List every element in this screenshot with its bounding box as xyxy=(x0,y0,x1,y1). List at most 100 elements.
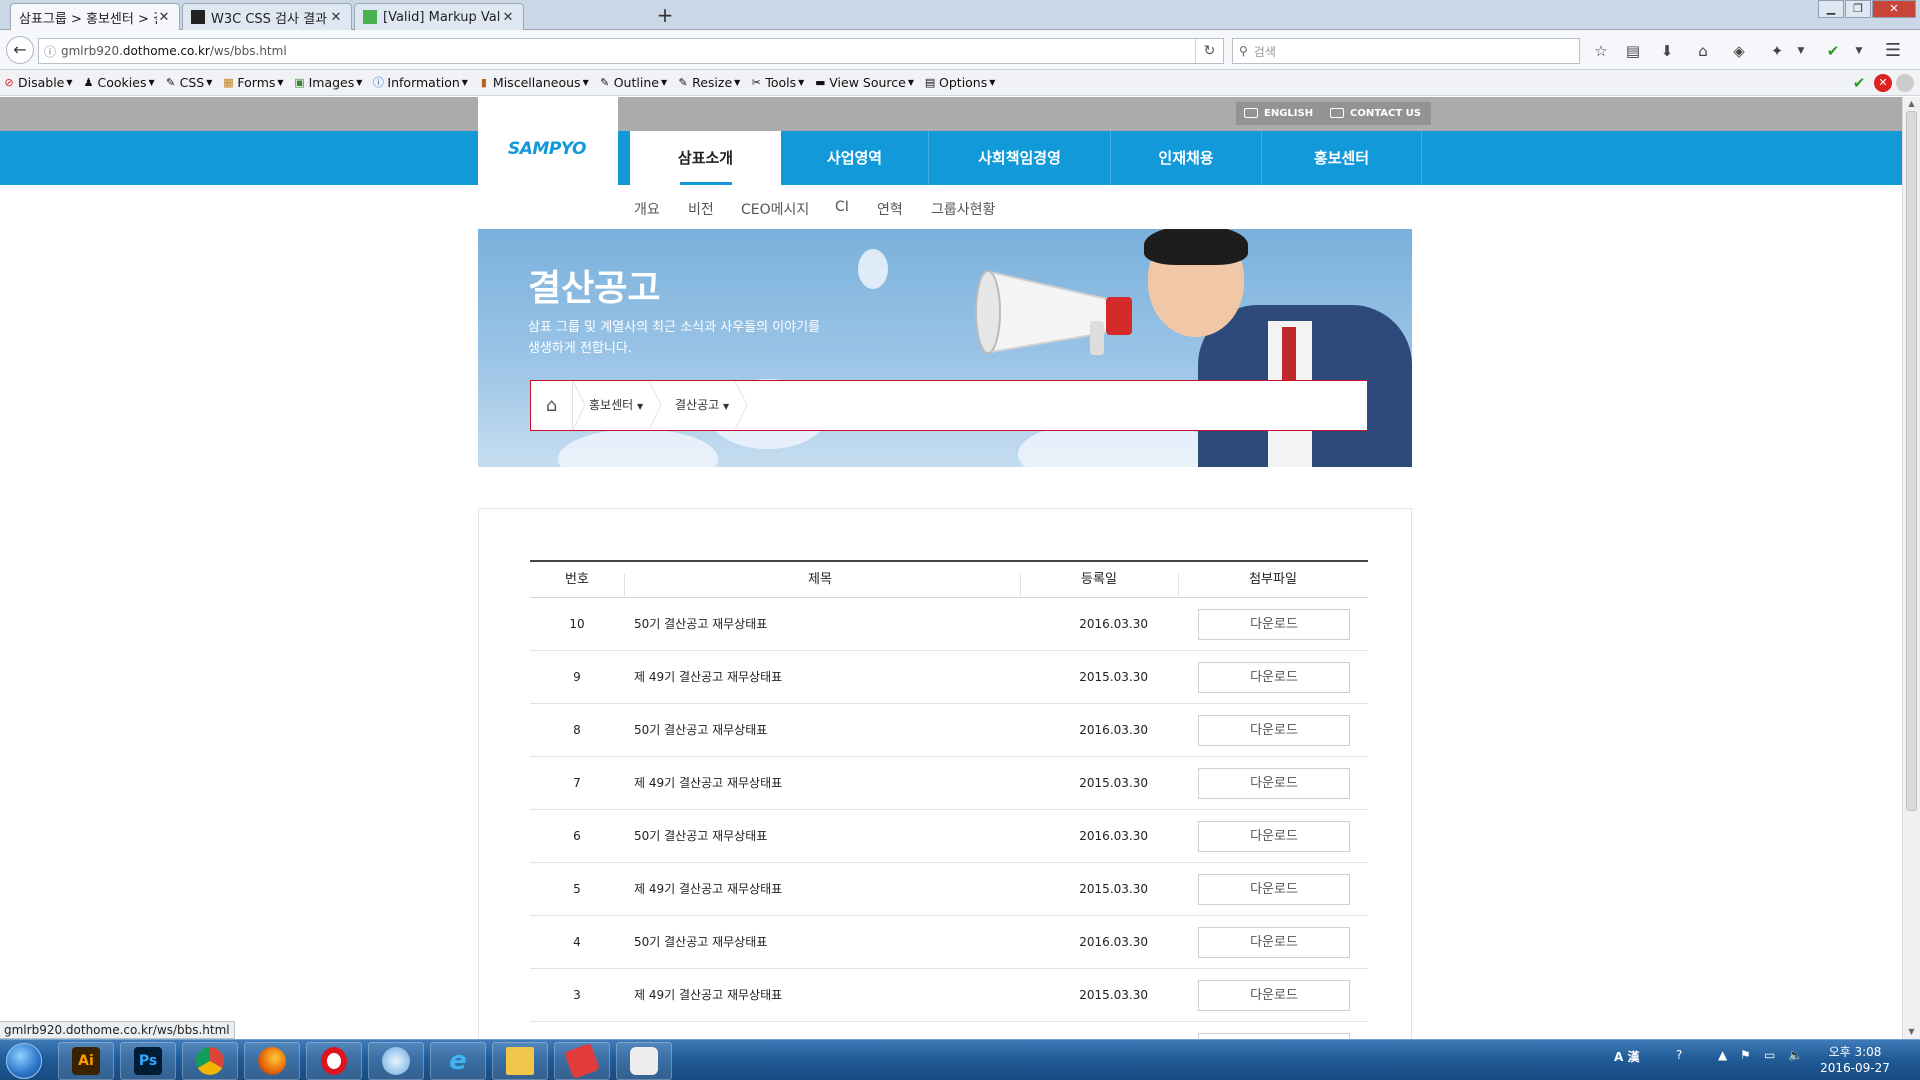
devtool-css[interactable]: ✎ CSS ▼ xyxy=(164,75,212,90)
download-button[interactable]: 다운로드 xyxy=(1198,715,1350,746)
download-button[interactable]: 다운로드 xyxy=(1198,609,1350,640)
scroll-up-icon[interactable]: ▲ xyxy=(1903,97,1920,111)
menu-recruit[interactable]: 인재채용 xyxy=(1111,131,1262,185)
devtool-disable[interactable]: ⊘ Disable ▼ xyxy=(2,75,72,90)
download-button[interactable]: 다운로드 xyxy=(1198,980,1350,1011)
row-title[interactable]: 50기 결산공고 재무상태표 xyxy=(634,598,1034,651)
url-bar[interactable]: ⓘ gmlrb920.dothome.co.kr/ws/bbs.html ↻ xyxy=(38,38,1224,64)
devtool-miscellaneous[interactable]: ▮ Miscellaneous ▼ xyxy=(477,75,589,90)
new-tab-button[interactable]: + xyxy=(653,4,677,28)
taskbar-illustrator[interactable]: Ai xyxy=(58,1042,114,1080)
hamburger-menu-icon[interactable]: ☰ xyxy=(1882,40,1904,62)
tab-close-icon[interactable]: ✕ xyxy=(329,10,343,25)
download-button[interactable]: 다운로드 xyxy=(1198,927,1350,958)
row-title[interactable]: 제 49기 결산공고 재무상태표 xyxy=(634,863,1034,916)
devtool-forms[interactable]: ▦ Forms ▼ xyxy=(221,75,283,90)
windows-start-icon[interactable] xyxy=(6,1043,42,1079)
home-icon[interactable]: ⌂ xyxy=(1692,40,1714,62)
ime-indicator[interactable]: A 漢 xyxy=(1614,1048,1639,1065)
devtool-view-source[interactable]: ▬ View Source ▼ xyxy=(813,75,914,90)
back-arrow-icon[interactable]: ← xyxy=(6,36,34,64)
taskbar-photoshop[interactable]: Ps xyxy=(120,1042,176,1080)
contact-us-button[interactable]: CONTACT US xyxy=(1322,102,1431,125)
english-button[interactable]: ENGLISH xyxy=(1236,102,1324,125)
scrollbar-thumb[interactable] xyxy=(1906,111,1917,811)
pocket-icon[interactable]: ◈ xyxy=(1728,40,1750,62)
row-title[interactable]: 50기 결산공고 재무상태표 xyxy=(634,916,1034,969)
taskbar-opera[interactable] xyxy=(306,1042,362,1080)
flag-icon[interactable]: ⚑ xyxy=(1740,1048,1751,1062)
volume-muted-icon[interactable]: 🔈 xyxy=(1788,1048,1803,1062)
taskbar-explorer[interactable] xyxy=(492,1042,548,1080)
bookmark-star-icon[interactable]: ☆ xyxy=(1590,40,1612,62)
devtool-images[interactable]: ▣ Images ▼ xyxy=(293,75,362,90)
row-title[interactable]: 제 49기 결산공고 재무상태표 xyxy=(634,757,1034,810)
help-icon[interactable]: ? xyxy=(1676,1048,1682,1062)
browser-tab-1[interactable]: 삼표그룹 > 홍보센터 > 결산... ✕ xyxy=(10,3,180,30)
url-text[interactable]: gmlrb920.dothome.co.kr/ws/bbs.html xyxy=(61,44,1195,58)
browser-tab-3[interactable]: [Valid] Markup Validation ... ✕ xyxy=(354,3,524,30)
tab-close-icon[interactable]: ✕ xyxy=(501,10,515,25)
devtool-cookies[interactable]: ♟ Cookies ▼ xyxy=(82,75,155,90)
search-input[interactable]: ⚲ 검색 xyxy=(1232,38,1580,64)
minimize-button[interactable]: ▁ xyxy=(1818,0,1844,18)
valid-check-icon[interactable]: ✔ xyxy=(1850,74,1868,92)
subnav-ceo-message[interactable]: CEO메시지 xyxy=(741,199,809,219)
taskbar-firefox[interactable] xyxy=(244,1042,300,1080)
devtool-options[interactable]: ▤ Options ▼ xyxy=(923,75,996,90)
subnav-group-companies[interactable]: 그룹사현황 xyxy=(931,199,995,219)
breadcrumb-settlement[interactable]: 결산공고 ▼ xyxy=(675,381,729,430)
reading-list-icon[interactable]: ▤ xyxy=(1622,40,1644,62)
taskbar-clock[interactable]: 오후 3:08 2016-09-27 xyxy=(1820,1044,1890,1076)
taskbar-paint[interactable] xyxy=(554,1042,610,1080)
devtool-outline[interactable]: ✎ Outline ▼ xyxy=(598,75,667,90)
menu-csr[interactable]: 사회책임경영 xyxy=(929,131,1111,185)
devtool-tools[interactable]: ✂ Tools ▼ xyxy=(749,75,805,90)
row-title[interactable]: 50기 결산공고 재무상태표 xyxy=(634,704,1034,757)
scroll-down-icon[interactable]: ▼ xyxy=(1903,1025,1920,1039)
options-icon: ▤ xyxy=(924,75,936,89)
row-title[interactable]: 제 49기 결산공고 재무상태표 xyxy=(634,651,1034,704)
tab-close-icon[interactable]: ✕ xyxy=(157,10,171,25)
tray-expand-icon[interactable]: ▲ xyxy=(1718,1048,1727,1062)
row-title[interactable]: 제 49기 결산공고 재무상태표 xyxy=(634,969,1034,1022)
download-button[interactable]: 다운로드 xyxy=(1198,821,1350,852)
menu-business[interactable]: 사업영역 xyxy=(781,131,929,185)
status-circle-icon[interactable] xyxy=(1896,74,1914,92)
taskbar-ie[interactable]: e xyxy=(430,1042,486,1080)
download-button[interactable]: 다운로드 xyxy=(1198,768,1350,799)
resize-icon: ✎ xyxy=(678,75,688,89)
info-icon[interactable]: ⓘ xyxy=(39,43,61,60)
row-title[interactable]: 50기 결산공고 재무상태표 xyxy=(634,810,1034,863)
breadcrumb-pr-center[interactable]: 홍보센터 ▼ xyxy=(589,381,643,430)
download-button[interactable]: 다운로드 xyxy=(1198,874,1350,905)
devtool-information[interactable]: ⓘ Information ▼ xyxy=(371,75,468,90)
vertical-scrollbar[interactable]: ▲ ▼ xyxy=(1902,97,1920,1039)
home-icon[interactable]: ⌂ xyxy=(531,381,573,430)
error-icon[interactable]: ✕ xyxy=(1874,74,1892,92)
sampyo-logo[interactable]: SAMPYO xyxy=(508,139,586,159)
menu-pr-center[interactable]: 홍보센터 xyxy=(1262,131,1422,185)
devtool-resize[interactable]: ✎ Resize ▼ xyxy=(676,75,741,90)
reload-icon[interactable]: ↻ xyxy=(1195,39,1223,63)
window-close-button[interactable]: ✕ xyxy=(1872,0,1916,18)
extension-icon[interactable]: ✦ xyxy=(1766,40,1788,62)
taskbar-safari[interactable] xyxy=(368,1042,424,1080)
subnav-ci[interactable]: CI xyxy=(835,199,849,215)
subnav-history[interactable]: 연혁 xyxy=(877,199,903,219)
browser-tab-2[interactable]: W3C CSS 검사 결과 http:/... ✕ xyxy=(182,3,352,30)
download-arrow-icon[interactable]: ⬇ xyxy=(1656,40,1678,62)
download-button[interactable]: 다운로드 xyxy=(1198,662,1350,693)
row-date: 2016.03.30 xyxy=(1079,617,1148,631)
subnav-vision[interactable]: 비전 xyxy=(688,199,714,219)
validator-check-icon[interactable]: ✔ xyxy=(1822,40,1844,62)
table-row: 8 50기 결산공고 재무상태표 2016.03.30 다운로드 xyxy=(530,704,1368,757)
restore-button[interactable]: ❐ xyxy=(1845,0,1871,18)
menu-sampyo-intro[interactable]: 삼표소개 xyxy=(630,131,781,185)
taskbar-chrome[interactable] xyxy=(182,1042,238,1080)
taskbar-messenger[interactable] xyxy=(616,1042,672,1080)
extension-dropdown-icon[interactable]: ▼ xyxy=(1790,40,1812,62)
network-icon[interactable]: ▭ xyxy=(1764,1048,1775,1062)
subnav-overview[interactable]: 개요 xyxy=(634,199,660,219)
validator-dropdown-icon[interactable]: ▼ xyxy=(1848,40,1870,62)
